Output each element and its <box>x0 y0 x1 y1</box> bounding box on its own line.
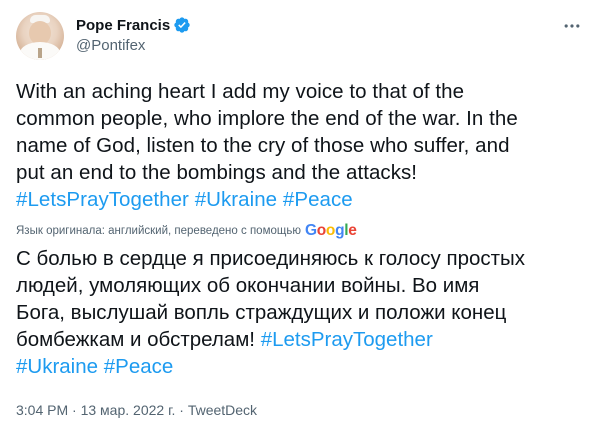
more-options-icon[interactable] <box>562 16 582 36</box>
author-handle[interactable]: @Pontifex <box>76 37 191 54</box>
tweet-line-2: common people, who implore the end of th… <box>16 107 518 130</box>
translated-line-4-text: бомбежкам и обстрелам! <box>16 328 255 351</box>
translated-line-1: С болью в сердце я присоединяюсь к голос… <box>16 247 526 270</box>
translated-text: С болью в сердце я присоединяюсь к голос… <box>16 245 588 380</box>
tweet-header: Pope Francis @Pontifex <box>16 12 586 60</box>
hashtag-link[interactable]: #Peace <box>104 355 174 378</box>
author-names[interactable]: Pope Francis @Pontifex <box>76 15 191 54</box>
display-name[interactable]: Pope Francis <box>76 17 170 34</box>
translated-line-4: бомбежкам и обстрелам! #LetsPrayTogether <box>16 326 588 353</box>
avatar-cross <box>38 48 42 58</box>
tweet-text: With an aching heart I add my voice to t… <box>16 78 586 213</box>
tweet-line-4: put an end to the bombings and the attac… <box>16 161 418 184</box>
tweet-hashtag-line: #LetsPrayTogether #Ukraine #Peace <box>16 186 586 213</box>
tweet-meta: 3:04 PM · 13 мар. 2022 г. · TweetDeck <box>16 402 257 418</box>
translated-line-5: #Ukraine #Peace <box>16 353 588 380</box>
meta-separator: · <box>68 402 81 418</box>
tweet-source[interactable]: TweetDeck <box>188 402 257 418</box>
display-name-row: Pope Francis <box>76 15 191 35</box>
tweet-line-3: name of God, listen to the cry of those … <box>16 134 510 157</box>
translation-attribution: Язык оригинала: английский, переведено с… <box>16 222 357 240</box>
hashtag-link[interactable]: #LetsPrayTogether <box>261 328 433 351</box>
meta-separator: · <box>175 402 188 418</box>
tweet-time[interactable]: 3:04 PM <box>16 402 68 418</box>
tweet-date[interactable]: 13 мар. 2022 г. <box>81 402 176 418</box>
hashtag-link[interactable]: #Ukraine <box>195 188 277 211</box>
tweet-line-1: With an aching heart I add my voice to t… <box>16 80 465 103</box>
hashtag-link[interactable]: #Peace <box>283 188 353 211</box>
avatar[interactable] <box>16 12 64 60</box>
verified-badge-icon <box>174 17 190 33</box>
translation-note: Язык оригинала: английский, переведено с… <box>16 225 301 237</box>
translated-line-2: людей, умоляющих об окончании войны. Во … <box>16 274 480 297</box>
tweet-card: Pope Francis @Pontifex With an aching he… <box>0 0 602 425</box>
translated-line-3: Бога, выслушай вопль страждущих и положи… <box>16 301 507 324</box>
hashtag-link[interactable]: #LetsPrayTogether <box>16 188 189 211</box>
google-logo[interactable]: Google <box>305 222 357 240</box>
hashtag-link[interactable]: #Ukraine <box>16 355 98 378</box>
